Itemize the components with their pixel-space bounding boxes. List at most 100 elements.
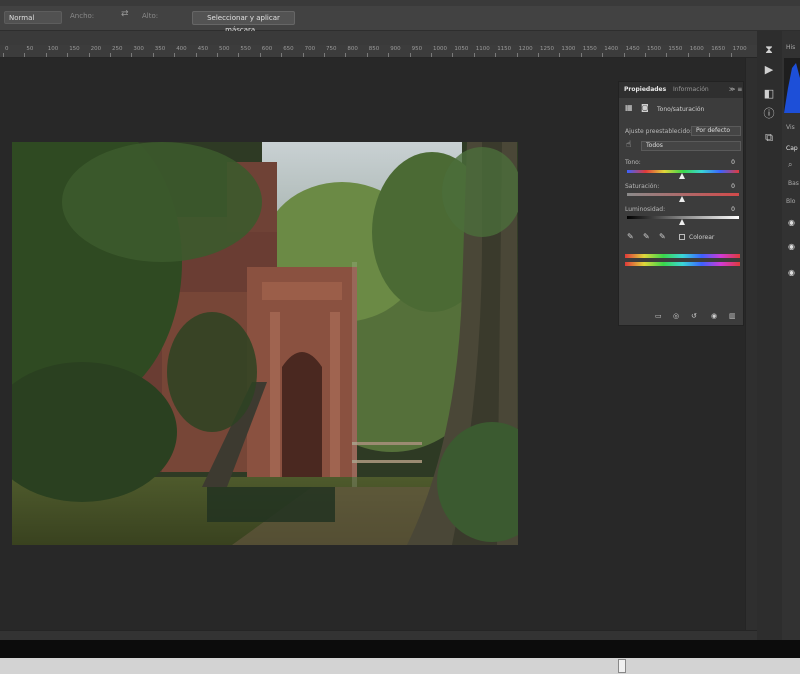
color-bar-top: [625, 254, 740, 258]
timeline-thumb[interactable]: [618, 659, 626, 673]
ruler-tick: [152, 53, 154, 57]
tab-properties[interactable]: Propiedades: [624, 86, 666, 93]
ruler-tick: [259, 53, 261, 57]
ruler-label: 750: [326, 46, 337, 52]
ruler-label: 1600: [689, 46, 704, 52]
video-timeline-bar[interactable]: [0, 658, 800, 674]
saturation-slider-thumb[interactable]: [679, 196, 685, 202]
ruler-label: 1050: [454, 46, 469, 52]
ruler-tick: [473, 53, 475, 57]
channel-select[interactable]: Todos: [641, 141, 741, 151]
hue-slider-thumb[interactable]: [679, 173, 685, 179]
ruler-tick: [302, 53, 304, 57]
eyedropper-minus-icon[interactable]: ✎: [659, 232, 666, 241]
ruler-tick: [709, 53, 711, 57]
layer-eye-icon[interactable]: ◉: [788, 242, 795, 251]
bottom-black-strip: [0, 640, 800, 658]
ruler-tick: [88, 53, 90, 57]
ruler-tick: [431, 53, 432, 57]
ruler-tick: [452, 53, 454, 57]
ruler-label: 1150: [497, 46, 512, 52]
adjustments-icon[interactable]: ◧: [760, 86, 778, 102]
eyedropper-plus-icon[interactable]: ✎: [643, 232, 650, 241]
ruler-label: 200: [90, 46, 102, 52]
view-previous-icon[interactable]: ◎: [673, 312, 679, 320]
blend-mode-select[interactable]: Normal: [4, 11, 62, 24]
ruler-label: 400: [176, 46, 187, 52]
eyedropper-icon[interactable]: ✎: [627, 232, 634, 241]
ruler-label: 1700: [732, 46, 747, 52]
ruler-tick: [687, 53, 689, 57]
saturation-value[interactable]: 0: [731, 183, 735, 190]
mask-icon[interactable]: ◙: [641, 103, 649, 112]
ruler-label: 1000: [433, 46, 447, 52]
photo-canvas: [12, 142, 518, 545]
ruler-label: 1200: [518, 46, 533, 52]
ruler-label: 600: [261, 46, 273, 52]
histogram-label: His: [786, 44, 796, 51]
properties-tab-bar: Propiedades Información ≫ ≡: [619, 82, 743, 98]
blend-label: Bas: [788, 180, 799, 187]
height-label: Alto:: [142, 12, 159, 20]
ruler-label: 1650: [711, 46, 726, 52]
saturation-label: Saturación:: [625, 183, 660, 190]
info-icon[interactable]: ⓘ: [760, 106, 778, 122]
ruler-label: 0: [5, 46, 9, 52]
ruler-tick: [24, 53, 26, 57]
document-image[interactable]: [12, 142, 518, 545]
lightness-value[interactable]: 0: [731, 206, 735, 213]
colorize-label: Colorear: [689, 234, 715, 241]
ruler-tick: [559, 53, 561, 57]
options-bar: Normal Ancho: ⇄ Alto: Seleccionar y apli…: [0, 6, 800, 34]
actions-play-icon[interactable]: ▶: [760, 62, 778, 78]
ruler-label: 1250: [540, 46, 554, 52]
preset-select[interactable]: Por defecto: [691, 126, 741, 136]
reset-icon[interactable]: ↺: [691, 312, 697, 320]
tab-information[interactable]: Información: [673, 86, 709, 93]
ruler-tick: [388, 53, 390, 57]
ruler-tick: [538, 53, 539, 57]
layer-eye-icon[interactable]: ◉: [788, 268, 795, 277]
history-icon[interactable]: ⧗: [760, 42, 778, 58]
colorize-checkbox[interactable]: [679, 234, 685, 240]
ruler-label: 800: [347, 46, 358, 52]
lock-label: Blo: [786, 198, 796, 205]
select-and-mask-button[interactable]: Seleccionar y aplicar máscara...: [192, 11, 295, 34]
panel-menu-icon[interactable]: ≫ ≡: [729, 86, 742, 93]
histogram-preview: [784, 58, 800, 113]
layer-eye-icon[interactable]: ◉: [788, 218, 795, 227]
trash-icon[interactable]: ▥: [729, 312, 736, 320]
ruler-tick: [366, 53, 368, 57]
visibility-eye-icon[interactable]: ◉: [711, 312, 717, 320]
preset-label: Ajuste preestablecido:: [625, 128, 692, 135]
ruler-tick: [281, 53, 283, 57]
swap-icon[interactable]: ⇄: [121, 9, 129, 19]
ruler-label: 1300: [561, 46, 576, 52]
ruler-label: 850: [368, 46, 380, 52]
ruler-label: 1450: [625, 46, 640, 52]
hue-value[interactable]: 0: [731, 159, 735, 166]
ruler-tick: [516, 53, 518, 57]
clip-to-layer-icon[interactable]: ▭: [655, 312, 662, 320]
ruler-label: 350: [154, 46, 166, 52]
panel-icon-column: [757, 31, 782, 640]
ruler-tick: [195, 53, 197, 57]
ruler-label: 700: [304, 46, 316, 52]
search-icon[interactable]: ⌕: [788, 160, 792, 170]
ruler-tick: [67, 53, 69, 57]
properties-panel: Propiedades Información ≫ ≡ ▦ ◙ Tono/sat…: [618, 81, 744, 326]
document-tab-strip: [0, 31, 757, 45]
ruler-label: 100: [47, 46, 59, 52]
adjustment-title: Tono/saturación: [657, 106, 705, 113]
layers-icon[interactable]: ⧉: [760, 130, 778, 146]
lightness-slider-thumb[interactable]: [679, 219, 685, 225]
ruler-tick: [174, 53, 176, 57]
color-bar-bottom: [625, 262, 740, 266]
ruler-label: 900: [390, 46, 401, 52]
targeted-adjustment-icon[interactable]: ☝: [626, 140, 631, 150]
ruler-label: 1500: [647, 46, 661, 52]
ruler-label: 1350: [582, 46, 597, 52]
ruler-tick: [324, 53, 325, 57]
ruler-tick: [602, 53, 604, 57]
ruler-tick: [3, 53, 4, 57]
